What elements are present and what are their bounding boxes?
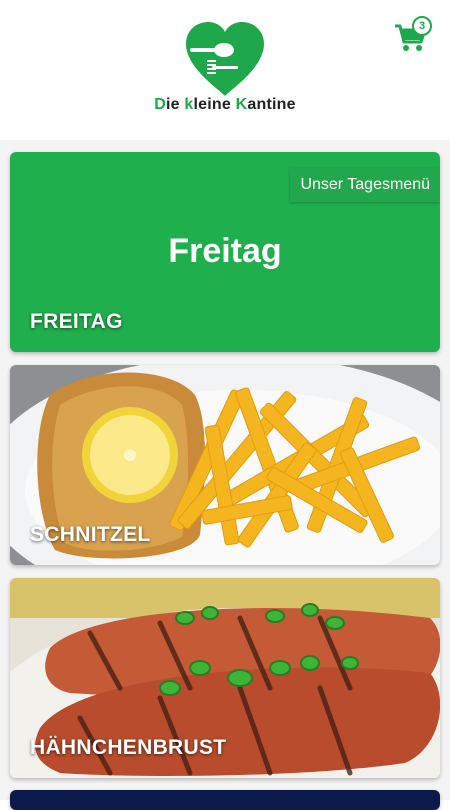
menu-list: Unser Tagesmenü Freitag FREITAG SCHNITZE… bbox=[0, 140, 450, 810]
brand-rest-3: antine bbox=[247, 96, 296, 113]
day-title: Freitag bbox=[168, 232, 282, 270]
card-schnitzel[interactable]: SCHNITZEL bbox=[10, 365, 440, 565]
card-haehnchenbrust[interactable]: HÄHNCHENBRUST bbox=[10, 578, 440, 778]
brand-letter-3: K bbox=[235, 96, 248, 113]
card-next-partial[interactable] bbox=[10, 790, 440, 810]
brand-letter-1: D bbox=[154, 96, 167, 113]
cart-count-badge: 3 bbox=[412, 16, 432, 36]
app-header: Die kleine Kantine 3 bbox=[0, 0, 450, 140]
cart-button[interactable]: 3 bbox=[394, 16, 432, 54]
card-label-haehnchenbrust: HÄHNCHENBRUST bbox=[30, 736, 227, 759]
brand-rest-1: ie bbox=[166, 96, 185, 113]
brand-name: Die kleine Kantine bbox=[0, 96, 450, 114]
card-label-freitag: FREITAG bbox=[30, 310, 123, 333]
heart-logo-icon bbox=[186, 22, 264, 96]
brand-rest-2: leine bbox=[193, 96, 236, 113]
daily-menu-ribbon: Unser Tagesmenü bbox=[290, 168, 440, 202]
card-label-schnitzel: SCHNITZEL bbox=[30, 523, 151, 546]
brand-letter-2: k bbox=[184, 96, 194, 113]
card-daily-menu[interactable]: Unser Tagesmenü Freitag FREITAG bbox=[10, 152, 440, 352]
